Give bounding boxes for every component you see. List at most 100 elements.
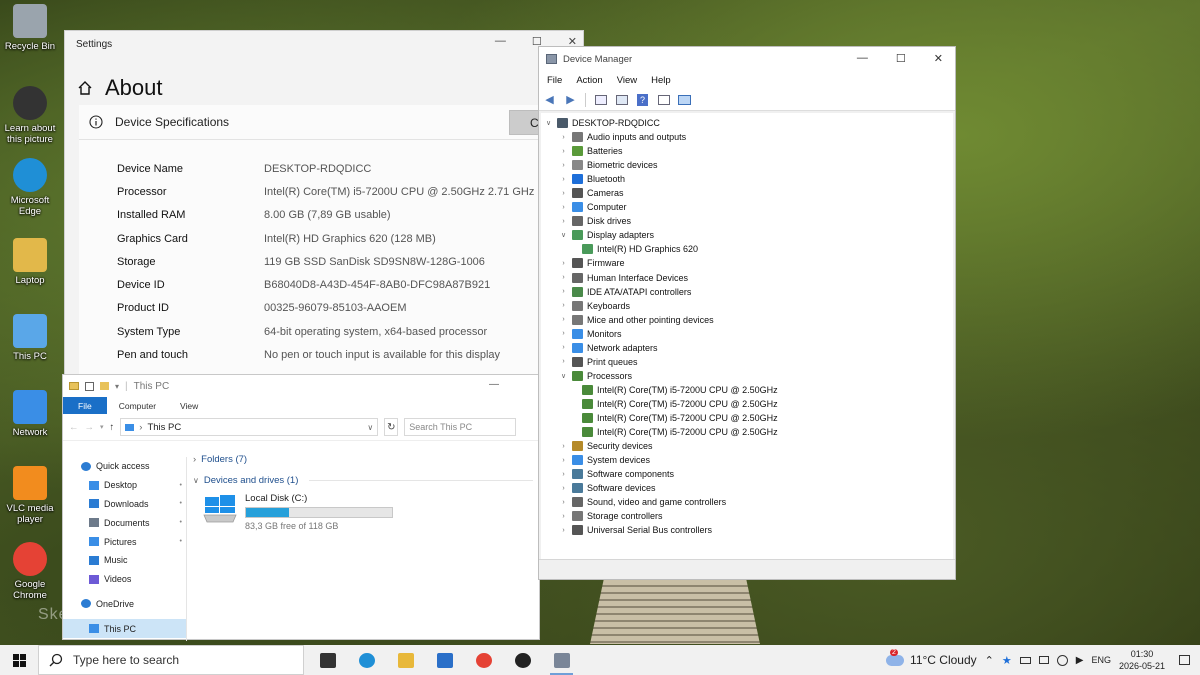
desktop-icon-recycle-bin[interactable]: Recycle Bin [2, 4, 58, 52]
tree-category[interactable]: › Software components [541, 467, 953, 481]
settings-window[interactable]: Settings — ☐ ✕ About Device Specificatio… [64, 30, 584, 375]
maximize-icon[interactable]: ☐ [896, 52, 906, 65]
tree-category[interactable]: › Audio inputs and outputs [541, 130, 953, 144]
desktop-icon-learn-about[interactable]: Learn about this picture [2, 86, 58, 145]
chevron-right-icon[interactable]: › [559, 148, 568, 155]
drives-group-header[interactable]: ∨ Devices and drives (1) [193, 470, 533, 491]
file-explorer-window[interactable]: ▾ | This PC — File Computer View ← → ▾ ↑ ›… [62, 374, 540, 641]
ribbon-tab-computer[interactable]: Computer [107, 397, 168, 414]
tree-category[interactable]: › Batteries [541, 144, 953, 158]
tree-category[interactable]: › Monitors [541, 327, 953, 341]
forward-arrow-icon[interactable]: ▶ [564, 93, 577, 106]
chevron-right-icon[interactable]: › [559, 260, 568, 267]
address-field[interactable]: › This PC ∨ [120, 418, 379, 436]
nav-item[interactable]: Music [63, 551, 186, 570]
tree-category[interactable]: › Bluetooth [541, 172, 953, 186]
nav-item[interactable]: Videos [63, 570, 186, 589]
chevron-right-icon[interactable]: › [559, 162, 568, 169]
taskbar-search-input[interactable]: Type here to search [38, 645, 304, 675]
chevron-right-icon[interactable]: › [559, 302, 568, 309]
desktop-icon-edge[interactable]: Microsoft Edge [2, 158, 58, 217]
chevron-right-icon[interactable]: › [559, 344, 568, 351]
bluetooth-icon[interactable]: ★ [1002, 654, 1012, 667]
tree-category[interactable]: › Keyboards [541, 299, 953, 313]
nav-item[interactable]: Desktop • [63, 476, 186, 495]
properties-icon[interactable] [594, 93, 607, 106]
desktop-icon-chrome[interactable]: Google Chrome [2, 542, 58, 601]
chevron-down-icon[interactable]: ∨ [559, 231, 568, 239]
menu-view[interactable]: View [617, 75, 637, 86]
taskbar-app-outlook[interactable] [425, 645, 464, 675]
chevron-down-icon[interactable]: ∨ [544, 119, 553, 127]
clock[interactable]: 01:30 2026-05-21 [1119, 648, 1165, 672]
scan-hardware-icon[interactable] [678, 93, 691, 106]
desktop-icon-vlc[interactable]: VLC media player [2, 466, 58, 525]
menu-action[interactable]: Action [576, 75, 602, 86]
address-dropdown-icon[interactable]: ∨ [367, 423, 373, 432]
tree-category[interactable]: › System devices [541, 453, 953, 467]
chevron-right-icon[interactable]: › [559, 443, 568, 450]
menu-file[interactable]: File [547, 75, 562, 86]
back-arrow-icon[interactable]: ◀ [543, 93, 556, 106]
chevron-right-icon[interactable]: › [559, 457, 568, 464]
explorer-titlebar[interactable]: ▾ | This PC — [63, 375, 539, 397]
chevron-right-icon[interactable]: › [559, 134, 568, 141]
tree-category[interactable]: › Universal Serial Bus controllers [541, 523, 953, 537]
nav-item[interactable]: Downloads • [63, 495, 186, 514]
tree-category[interactable]: › Disk drives [541, 214, 953, 228]
desktop-icon-this-pc[interactable]: This PC [2, 314, 58, 362]
tree-category[interactable]: › Computer [541, 200, 953, 214]
tree-category[interactable]: › Mice and other pointing devices [541, 313, 953, 327]
tree-category[interactable]: › Human Interface Devices [541, 271, 953, 285]
minimize-icon[interactable]: — [495, 35, 506, 48]
taskbar-app-settings-gear[interactable] [503, 645, 542, 675]
taskbar-app-task-view[interactable] [308, 645, 347, 675]
home-icon[interactable] [77, 80, 93, 96]
nav-item[interactable]: Quick access [63, 457, 186, 476]
tree-category[interactable]: › Network adapters [541, 341, 953, 355]
chevron-right-icon[interactable]: › [559, 190, 568, 197]
tree-category[interactable]: › Print queues [541, 355, 953, 369]
chevron-right-icon[interactable]: › [559, 499, 568, 506]
tree-category[interactable]: › IDE ATA/ATAPI controllers [541, 285, 953, 299]
breadcrumb-chevron-icon[interactable]: › [139, 422, 142, 433]
globe-icon[interactable] [1056, 654, 1068, 666]
chevron-right-icon[interactable]: › [559, 218, 568, 225]
chevron-right-icon[interactable]: › [559, 527, 568, 534]
network-icon[interactable] [1038, 656, 1049, 664]
back-arrow-icon[interactable]: ← [69, 422, 79, 433]
nav-item[interactable]: This PC [63, 619, 186, 639]
notification-icon[interactable] [1179, 655, 1190, 665]
properties-icon[interactable] [85, 381, 94, 391]
resource-view-icon[interactable] [657, 93, 670, 106]
device-manager-window[interactable]: Device Manager — ☐ ✕ File Action View Help … [538, 46, 956, 580]
tree-category[interactable]: › Software devices [541, 481, 953, 495]
nav-item[interactable]: Pictures • [63, 532, 186, 551]
desktop-icon-folder-user[interactable]: Laptop [2, 238, 58, 286]
chevron-up-icon[interactable]: ⌃ [985, 654, 994, 667]
search-input[interactable]: Search This PC [404, 418, 517, 436]
chevron-right-icon[interactable]: › [559, 330, 568, 337]
ribbon-tab-file[interactable]: File [63, 397, 107, 414]
weather-widget[interactable]: 2 11°C Cloudy [886, 648, 977, 667]
tree-category[interactable]: › Firmware [541, 256, 953, 270]
chevron-right-icon[interactable]: › [559, 471, 568, 478]
minimize-icon[interactable]: — [489, 379, 499, 390]
tree-device[interactable]: Intel(R) Core(TM) i5-7200U CPU @ 2.50GHz [541, 411, 953, 425]
refresh-icon[interactable]: ↻ [384, 418, 399, 436]
taskbar-app-chrome[interactable] [464, 645, 503, 675]
chevron-right-icon[interactable]: › [559, 513, 568, 520]
language-indicator[interactable]: ENG [1091, 655, 1111, 665]
new-folder-icon[interactable] [100, 382, 109, 390]
chevron-right-icon[interactable]: › [559, 274, 568, 281]
chevron-down-icon[interactable]: ∨ [559, 372, 568, 380]
tree-device[interactable]: Intel(R) Core(TM) i5-7200U CPU @ 2.50GHz [541, 425, 953, 439]
taskbar-app-device-manager[interactable] [542, 645, 581, 675]
chevron-right-icon[interactable]: › [559, 485, 568, 492]
tree-category[interactable]: › Biometric devices [541, 158, 953, 172]
folders-group-header[interactable]: › Folders (7) [193, 449, 533, 470]
tree-root[interactable]: ∨ DESKTOP-RDQDICC [541, 116, 953, 130]
tree-device[interactable]: Intel(R) Core(TM) i5-7200U CPU @ 2.50GHz [541, 397, 953, 411]
chevron-right-icon[interactable]: › [559, 358, 568, 365]
chevron-right-icon[interactable]: › [559, 316, 568, 323]
